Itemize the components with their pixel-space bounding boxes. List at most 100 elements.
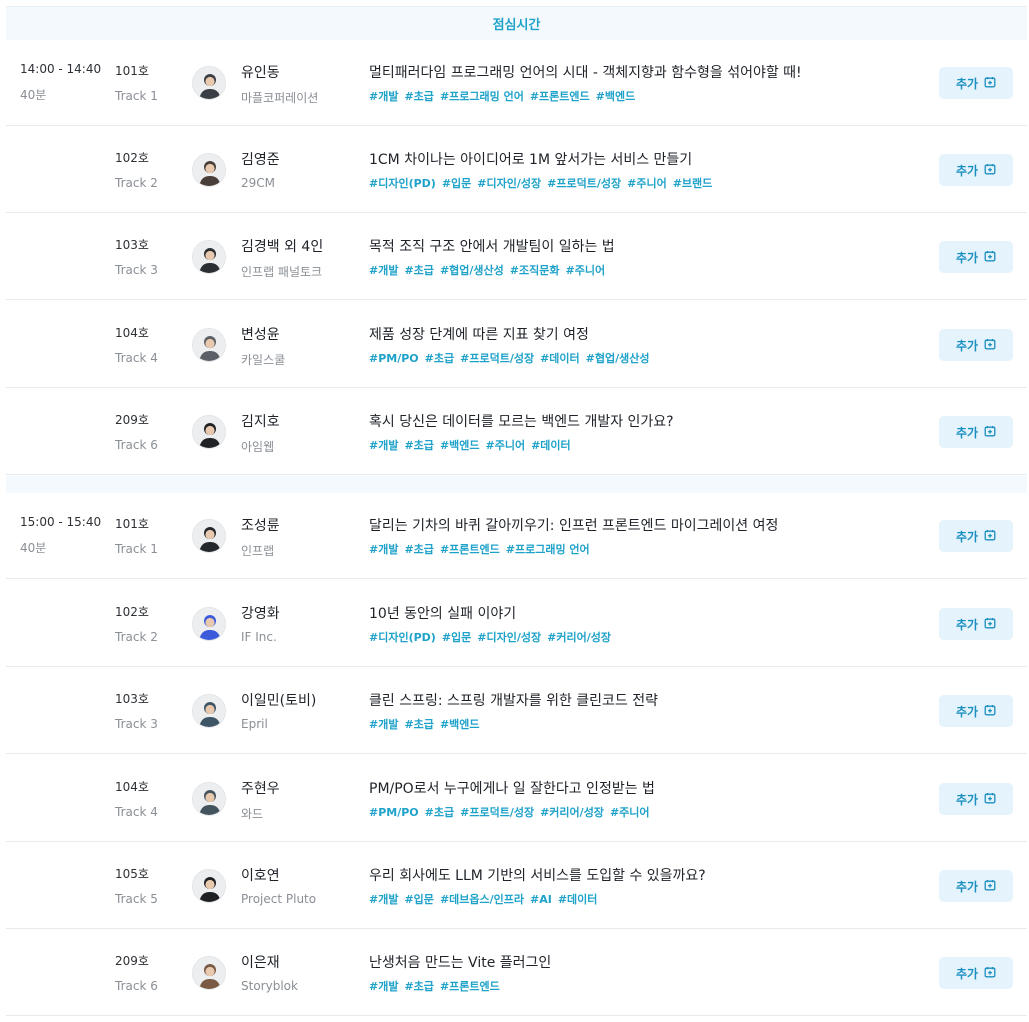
tag-list: #개발 #초급 #백엔드 #주니어 #데이터	[369, 437, 929, 453]
tag[interactable]: #PM/PO	[369, 806, 419, 819]
talk-title[interactable]: 우리 회사에도 LLM 기반의 서비스를 도입할 수 있을까요?	[369, 865, 929, 885]
track-label: Track 3	[115, 717, 158, 731]
add-session-button[interactable]: 추가	[939, 608, 1013, 640]
tag[interactable]: #프로덕트/성장	[460, 806, 534, 819]
speaker-info: 김경백 외 4인 인프랩 패널토크	[241, 236, 323, 280]
talk-title[interactable]: 난생처음 만드는 Vite 플러그인	[369, 952, 929, 972]
talk-title[interactable]: 10년 동안의 실패 이야기	[369, 603, 929, 623]
room-info: 104호 Track 4	[115, 778, 158, 819]
tag[interactable]: #데이터	[558, 893, 598, 906]
tag[interactable]: #백엔드	[440, 439, 480, 452]
calendar-add-icon	[984, 250, 996, 265]
calendar-add-icon	[984, 529, 996, 544]
tag[interactable]: #백엔드	[596, 90, 636, 103]
tag[interactable]: #프로덕트/성장	[547, 177, 621, 190]
add-session-button[interactable]: 추가	[939, 241, 1013, 273]
speaker-info: 이은재 Storyblok	[241, 952, 298, 993]
speaker-name: 주현우	[241, 781, 280, 797]
talk-title[interactable]: PM/PO로서 누구에게나 일 잘한다고 인정받는 법	[369, 778, 929, 798]
calendar-add-icon	[984, 338, 996, 353]
tag[interactable]: #개발	[369, 90, 398, 103]
add-session-button[interactable]: 추가	[939, 957, 1013, 989]
room-label: 104호	[115, 326, 149, 340]
tag[interactable]: #데브옵스/인프라	[440, 893, 524, 906]
tag[interactable]: #AI	[530, 893, 552, 906]
add-session-button[interactable]: 추가	[939, 520, 1013, 552]
tag-list: #PM/PO #초급 #프로덕트/성장 #데이터 #협업/생산성	[369, 350, 929, 366]
tag[interactable]: #협업/생산성	[440, 264, 504, 277]
tag[interactable]: #PM/PO	[369, 352, 419, 365]
speaker-info: 이호연 Project Pluto	[241, 865, 316, 906]
tag[interactable]: #주니어	[627, 177, 667, 190]
talk-title[interactable]: 제품 성장 단계에 따른 지표 찾기 여정	[369, 324, 929, 344]
add-button-label: 추가	[955, 529, 979, 544]
tag[interactable]: #디자인/성장	[477, 177, 541, 190]
tag[interactable]: #데이터	[531, 439, 571, 452]
tag[interactable]: #초급	[404, 439, 433, 452]
add-session-button[interactable]: 추가	[939, 783, 1013, 815]
tag[interactable]: #주니어	[610, 806, 650, 819]
tag[interactable]: #디자인/성장	[477, 631, 541, 644]
tag[interactable]: #개발	[369, 980, 398, 993]
tag[interactable]: #개발	[369, 264, 398, 277]
speaker-name: 김영준	[241, 152, 280, 168]
tag[interactable]: #주니어	[486, 439, 526, 452]
speaker-name: 유인동	[241, 65, 280, 81]
tag[interactable]: #커리어/성장	[547, 631, 611, 644]
tag[interactable]: #주니어	[565, 264, 605, 277]
tag[interactable]: #개발	[369, 893, 398, 906]
speaker-avatar	[192, 607, 226, 641]
room-info: 103호 Track 3	[115, 690, 158, 731]
tag[interactable]: #조직문화	[510, 264, 560, 277]
tag[interactable]: #협업/생산성	[586, 352, 650, 365]
tag[interactable]: #초급	[404, 543, 433, 556]
speaker-company: 아임웹	[241, 440, 275, 454]
talk-title[interactable]: 혹시 당신은 데이터를 모르는 백엔드 개발자 인가요?	[369, 411, 929, 431]
add-session-button[interactable]: 추가	[939, 154, 1013, 186]
tag[interactable]: #데이터	[540, 352, 580, 365]
tag[interactable]: #개발	[369, 439, 398, 452]
tag[interactable]: #프로그래밍 언어	[506, 543, 590, 556]
tag[interactable]: #입문	[404, 893, 433, 906]
tag[interactable]: #개발	[369, 718, 398, 731]
tag[interactable]: #입문	[442, 631, 471, 644]
talk-title[interactable]: 달리는 기차의 바퀴 갈아끼우기: 인프런 프론트엔드 마이그레이션 여정	[369, 515, 929, 535]
talk-title[interactable]: 1CM 차이나는 아이디어로 1M 앞서가는 서비스 만들기	[369, 149, 929, 169]
tag[interactable]: #디자인(PD)	[369, 631, 436, 644]
talk-title[interactable]: 멀티패러다임 프로그래밍 언어의 시대 - 객체지향과 함수형을 섞어야할 때!	[369, 62, 929, 82]
tag[interactable]: #브랜드	[673, 177, 713, 190]
add-session-button[interactable]: 추가	[939, 329, 1013, 361]
speaker-company: 인프랩	[241, 544, 275, 558]
tag[interactable]: #백엔드	[440, 718, 480, 731]
tag[interactable]: #프론트엔드	[440, 980, 500, 993]
tag[interactable]: #개발	[369, 543, 398, 556]
room-info: 102호 Track 2	[115, 603, 158, 644]
time-range: 15:00 - 15:40	[20, 515, 102, 529]
add-session-button[interactable]: 추가	[939, 870, 1013, 902]
talk-title[interactable]: 목적 조직 구조 안에서 개발팀이 일하는 법	[369, 236, 929, 256]
tag[interactable]: #프론트엔드	[440, 543, 500, 556]
tag[interactable]: #초급	[425, 806, 454, 819]
tag[interactable]: #프로덕트/성장	[460, 352, 534, 365]
talk-title[interactable]: 클린 스프링: 스프링 개발자를 위한 클린코드 전략	[369, 690, 929, 710]
tag[interactable]: #커리어/성장	[540, 806, 604, 819]
speaker-company: 와드	[241, 807, 264, 821]
tag[interactable]: #디자인(PD)	[369, 177, 436, 190]
session-row: 14:00 - 14:40 40분 101호 Track 1 유인동 마플코퍼레…	[6, 40, 1027, 126]
tag[interactable]: #초급	[425, 352, 454, 365]
speaker-avatar	[192, 782, 226, 816]
tag[interactable]: #초급	[404, 718, 433, 731]
add-session-button[interactable]: 추가	[939, 416, 1013, 448]
tag[interactable]: #입문	[442, 177, 471, 190]
add-session-button[interactable]: 추가	[939, 67, 1013, 99]
room-label: 102호	[115, 605, 149, 619]
talk-info: 10년 동안의 실패 이야기 #디자인(PD) #입문 #디자인/성장 #커리어/성장	[369, 603, 929, 645]
tag[interactable]: #초급	[404, 980, 433, 993]
tag[interactable]: #초급	[404, 90, 433, 103]
add-session-button[interactable]: 추가	[939, 695, 1013, 727]
talk-info: 목적 조직 구조 안에서 개발팀이 일하는 법 #개발 #초급 #협업/생산성 #조직…	[369, 236, 929, 278]
tag[interactable]: #프로그래밍 언어	[440, 90, 524, 103]
tag[interactable]: #프론트엔드	[530, 90, 590, 103]
tag[interactable]: #초급	[404, 264, 433, 277]
room-info: 105호 Track 5	[115, 865, 158, 906]
